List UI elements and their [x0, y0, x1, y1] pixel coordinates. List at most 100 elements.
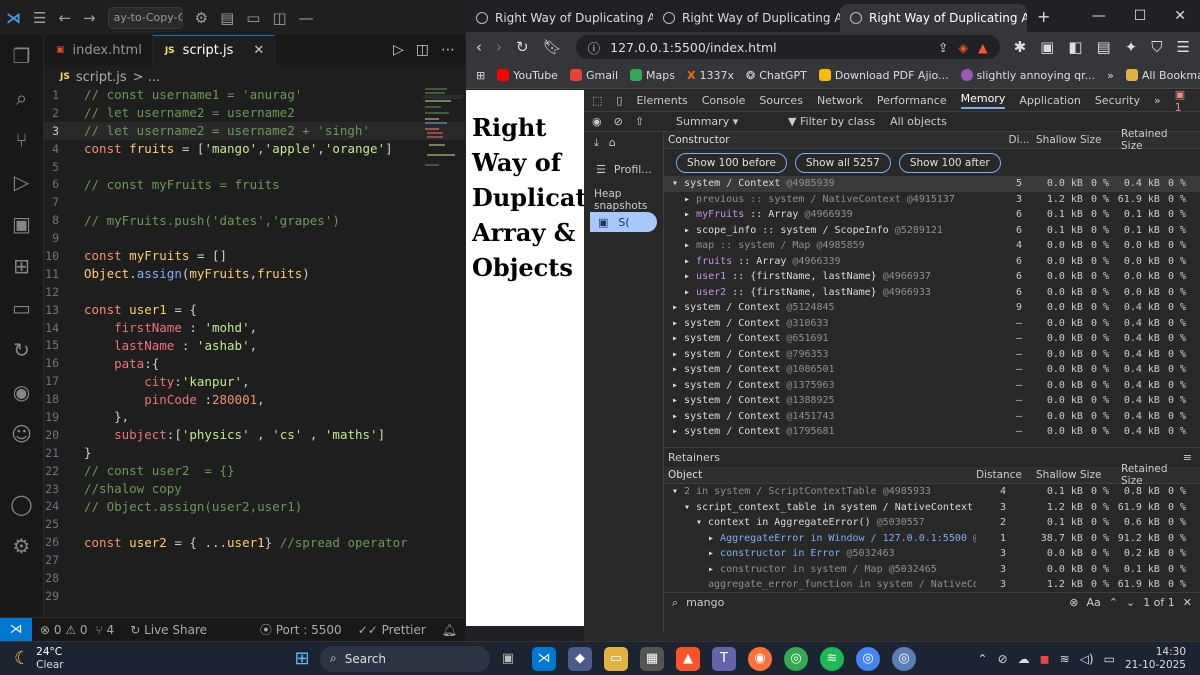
code-line[interactable]: 5	[44, 158, 465, 176]
bookmark-icon[interactable]: 🔖︎	[543, 38, 562, 56]
onedrive-icon[interactable]: ☁	[1018, 652, 1030, 666]
code-line[interactable]: 12	[44, 283, 465, 301]
battery-icon[interactable]: ▭	[1104, 652, 1115, 666]
menu-icon[interactable]: ☰	[33, 9, 46, 27]
source-control-icon[interactable]: ⑂	[0, 119, 43, 161]
heap-row[interactable]: ▸ scope_info :: system / ScopeInfo @5289…	[664, 223, 1200, 239]
code-line[interactable]: 2 // let username2 = username2	[44, 104, 465, 122]
live-share-status[interactable]: ↻ Live Share	[122, 623, 215, 637]
heap-row[interactable]: ▾ 2 in system / ScriptContextTable @4985…	[664, 484, 1200, 500]
heap-row[interactable]: ▸ AggregateError in Window / 127.0.0.1:5…	[664, 531, 1200, 547]
minimize-icon[interactable]: —	[299, 9, 314, 27]
weather-widget[interactable]: ☾ 24°C Clear	[0, 646, 260, 672]
heap-row[interactable]: ▸ system / Context @1388925 – 0.0 kB 0 % 0.4…	[664, 393, 1200, 409]
minimap[interactable]	[423, 86, 463, 176]
remote-indicator-icon[interactable]: ⋊	[0, 617, 32, 642]
account-icon[interactable]: ◯	[0, 483, 43, 525]
browser-tab-2[interactable]: Right Way of Duplicating Array & O	[653, 4, 840, 32]
code-line[interactable]: 15 lastName : 'ashab',	[44, 336, 465, 354]
tab-performance[interactable]: Performance	[877, 94, 947, 107]
heap-row[interactable]: ▸ map :: system / Map @4985859 4 0.0 kB 0 %…	[664, 238, 1200, 254]
vpn-icon[interactable]: ⛉	[1151, 38, 1162, 56]
forward-arrow-icon[interactable]: ›	[496, 38, 502, 56]
filter-class-input[interactable]: ▼ Filter by class	[788, 115, 878, 128]
copilot-chat-icon[interactable]: ☺	[0, 413, 43, 455]
sidebar-icon[interactable]: ◧	[1068, 38, 1082, 56]
file-explorer-icon[interactable]: ▭	[604, 646, 628, 671]
show-all-button[interactable]: Show all 5257	[794, 152, 891, 173]
site-info-icon[interactable]: ⓘ	[588, 38, 601, 57]
task-view-icon[interactable]: ▣	[496, 647, 520, 671]
more-tabs-icon[interactable]: »	[1154, 94, 1161, 107]
wifi-icon[interactable]: ≋	[1060, 652, 1070, 666]
apps-grid-icon[interactable]: ⊞	[476, 69, 485, 82]
muted-camera-icon[interactable]: ⊘	[998, 652, 1008, 666]
tab-network[interactable]: Network	[817, 94, 863, 107]
splitter[interactable]	[664, 440, 1200, 448]
heap-row[interactable]: ▸ system / Context @651691 – 0.0 kB 0 % 0.4 …	[664, 331, 1200, 347]
code-line[interactable]: 3 // let username2 = username2 + 'singh'	[44, 121, 465, 140]
record-icon[interactable]: ◉	[592, 115, 602, 128]
volume-icon[interactable]: ◁)	[1080, 652, 1094, 666]
col-retained[interactable]: Retained Size	[1115, 463, 1200, 487]
heap-row[interactable]: ▸ fruits :: Array @4966339 6 0.0 kB 0 % 0.0 …	[664, 254, 1200, 270]
code-line[interactable]: 11 Object.assign(myFruits,fruits)	[44, 265, 465, 283]
code-line[interactable]: 19 },	[44, 408, 465, 426]
show-100-after-button[interactable]: Show 100 after	[898, 152, 1001, 173]
run-icon[interactable]: ▷	[393, 42, 404, 58]
close-find-icon[interactable]: ✕	[1183, 596, 1192, 609]
firefox-icon[interactable]: ◉	[748, 646, 772, 671]
port-status[interactable]: ⦿ Port : 5500	[252, 621, 350, 638]
issues-badge[interactable]: ▣ 1	[1175, 88, 1185, 114]
heap-row[interactable]: ▸ system / Context @5124845 9 0.0 kB 0 % 0.4…	[664, 300, 1200, 316]
device-toggle-icon[interactable]: ▯	[616, 94, 622, 107]
code-line[interactable]: 20 subject:['physics' , 'cs' , 'maths']	[44, 426, 465, 444]
download-icon[interactable]: ⤓	[594, 136, 599, 152]
heap-row[interactable]: ▸ system / Context @310633 – 0.0 kB 0 % 0.4 …	[664, 316, 1200, 332]
github-icon[interactable]: ◉	[0, 371, 43, 413]
code-line[interactable]: 6 // const myFruits = fruits	[44, 175, 465, 193]
tab-console[interactable]: Console	[702, 94, 746, 107]
heap-row[interactable]: ▾ context in AggregateError() @5030557 2 0…	[664, 515, 1200, 531]
explorer-icon[interactable]: ❐	[0, 35, 43, 77]
snapshot-item[interactable]: ▣ S(	[590, 212, 657, 232]
code-line[interactable]: 9	[44, 229, 465, 247]
teams-icon[interactable]: T	[712, 646, 736, 671]
close-window-icon[interactable]: ✕	[1174, 8, 1186, 24]
folder-icon[interactable]: ▭	[0, 287, 43, 329]
app-taskbar-icon[interactable]: ◆	[568, 646, 592, 671]
taskbar-search[interactable]: ⌕ Search	[320, 645, 490, 672]
tab-security[interactable]: Security	[1095, 94, 1140, 107]
code-line[interactable]: 7	[44, 193, 465, 211]
profiles-item[interactable]: ☰ Profil...	[584, 156, 663, 182]
tab-memory[interactable]: Memory	[960, 92, 1006, 109]
clear-icon[interactable]: ⊘	[614, 115, 623, 128]
heap-row[interactable]: ▸ system / Context @1795681 – 0.0 kB 0 % 0.4…	[664, 424, 1200, 440]
code-line[interactable]: 22 // const user2 = {}	[44, 462, 465, 480]
chromium-icon[interactable]: ◎	[892, 646, 916, 671]
col-shallow[interactable]: Shallow Size	[1030, 134, 1115, 146]
code-line[interactable]: 27	[44, 551, 465, 569]
clock[interactable]: 14:30 21-10-2025	[1125, 646, 1186, 672]
code-editor[interactable]: 1 // const username1 = 'anurag' 2 // let us…	[44, 86, 465, 617]
col-distance[interactable]: Distance	[976, 469, 1030, 481]
heap-row[interactable]: ▸ user1 :: {firstName, lastName} @496693…	[664, 269, 1200, 285]
more-actions-icon[interactable]: ⋯	[441, 42, 455, 58]
code-line[interactable]: 21}	[44, 444, 465, 462]
heap-row[interactable]: ▸ constructor in system / Map @5032465 3 0…	[664, 562, 1200, 578]
address-bar[interactable]: ⓘ 127.0.0.1:5500/index.html ⇪ ◈ ▲	[575, 35, 1000, 59]
brave-icon[interactable]: ▲	[676, 646, 700, 671]
bookmark-youtube[interactable]: YouTube	[497, 69, 558, 82]
chrome-icon[interactable]: ◎	[784, 646, 808, 671]
match-case-icon[interactable]: Aa	[1086, 596, 1100, 609]
heap-row[interactable]: ▸ previous :: system / NativeContext @49…	[664, 192, 1200, 208]
maximize-window-icon[interactable]: ☐	[1134, 8, 1147, 24]
antivirus-icon[interactable]: ◼	[1040, 652, 1050, 666]
wallet-icon[interactable]: ▤	[1097, 38, 1111, 56]
spotify-icon[interactable]: ≋	[820, 646, 844, 671]
heap-row[interactable]: ▸ system / Context @1086501 – 0.0 kB 0 % 0.4…	[664, 362, 1200, 378]
bookmark-maps[interactable]: Maps	[630, 69, 675, 82]
more-bookmarks-icon[interactable]: »	[1107, 69, 1114, 82]
heap-row[interactable]: ▾ script_context_table in system / Nativ…	[664, 500, 1200, 516]
panel-toggle-icon[interactable]: ▭	[246, 9, 260, 27]
